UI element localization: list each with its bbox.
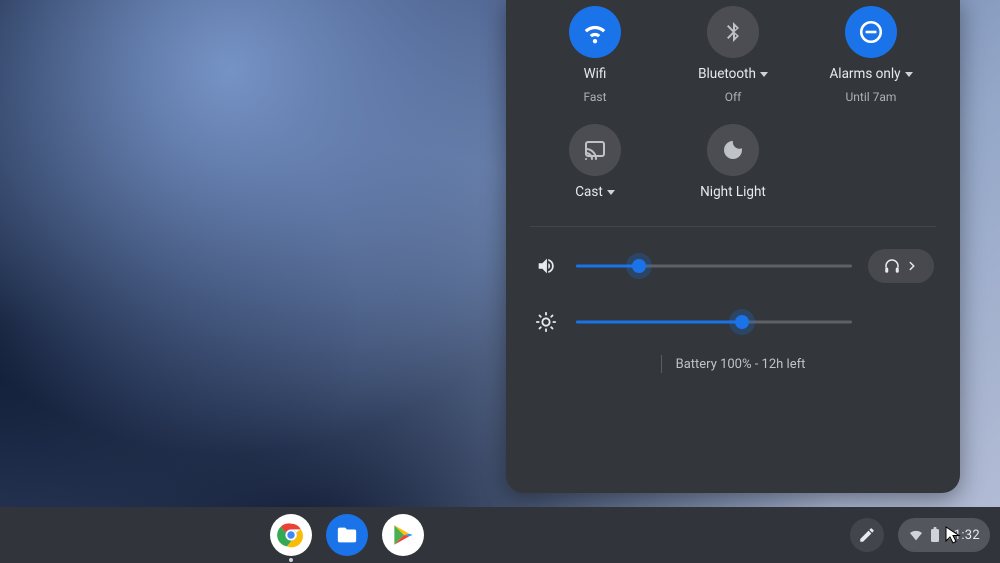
volume-row (532, 249, 934, 283)
sliders-section (530, 226, 936, 341)
night-light-label: Night Light (700, 184, 766, 200)
brightness-row (532, 311, 934, 333)
battery-status-icon (930, 527, 940, 543)
app-chrome[interactable] (270, 514, 312, 556)
panel-footer: Battery 100% - 12h left (530, 355, 936, 373)
brightness-icon (532, 311, 560, 333)
pen-icon (858, 526, 876, 544)
clock: 11:32 (946, 528, 980, 543)
wifi-toggle[interactable]: Wifi Fast (532, 6, 658, 104)
status-area[interactable]: 11:32 (898, 518, 990, 552)
app-files[interactable] (326, 514, 368, 556)
cast-toggle[interactable]: Cast (532, 124, 658, 208)
cast-icon (569, 124, 621, 176)
wifi-status-icon (908, 527, 924, 543)
dnd-sub: Until 7am (846, 90, 897, 104)
chevron-right-icon (905, 259, 919, 273)
wifi-label: Wifi (584, 66, 607, 82)
cast-label: Cast (575, 184, 615, 200)
audio-output-button[interactable] (868, 249, 934, 283)
shelf: 11:32 (0, 507, 1000, 563)
dnd-label: Alarms only (830, 66, 913, 82)
stylus-button[interactable] (850, 518, 884, 552)
wifi-sub: Fast (583, 90, 606, 104)
battery-status: Battery 100% - 12h left (676, 357, 806, 372)
volume-slider[interactable] (576, 256, 852, 276)
dnd-icon (845, 6, 897, 58)
brightness-slider[interactable] (576, 312, 852, 332)
bluetooth-icon (707, 6, 759, 58)
headphones-icon (883, 257, 901, 275)
toggle-grid: Wifi Fast Bluetooth Off Alarms only Unti… (530, 2, 936, 226)
wifi-icon (569, 6, 621, 58)
chevron-down-icon (760, 72, 768, 77)
bluetooth-toggle[interactable]: Bluetooth Off (670, 6, 796, 104)
bluetooth-label: Bluetooth (698, 66, 768, 82)
app-play-store[interactable] (382, 514, 424, 556)
quick-settings-panel: Wifi Fast Bluetooth Off Alarms only Unti… (506, 0, 960, 493)
night-light-icon (707, 124, 759, 176)
chevron-down-icon (607, 190, 615, 195)
chevron-down-icon (905, 72, 913, 77)
bluetooth-sub: Off (725, 90, 742, 104)
night-light-toggle[interactable]: Night Light (670, 124, 796, 208)
dnd-toggle[interactable]: Alarms only Until 7am (808, 6, 934, 104)
volume-icon[interactable] (532, 255, 560, 277)
